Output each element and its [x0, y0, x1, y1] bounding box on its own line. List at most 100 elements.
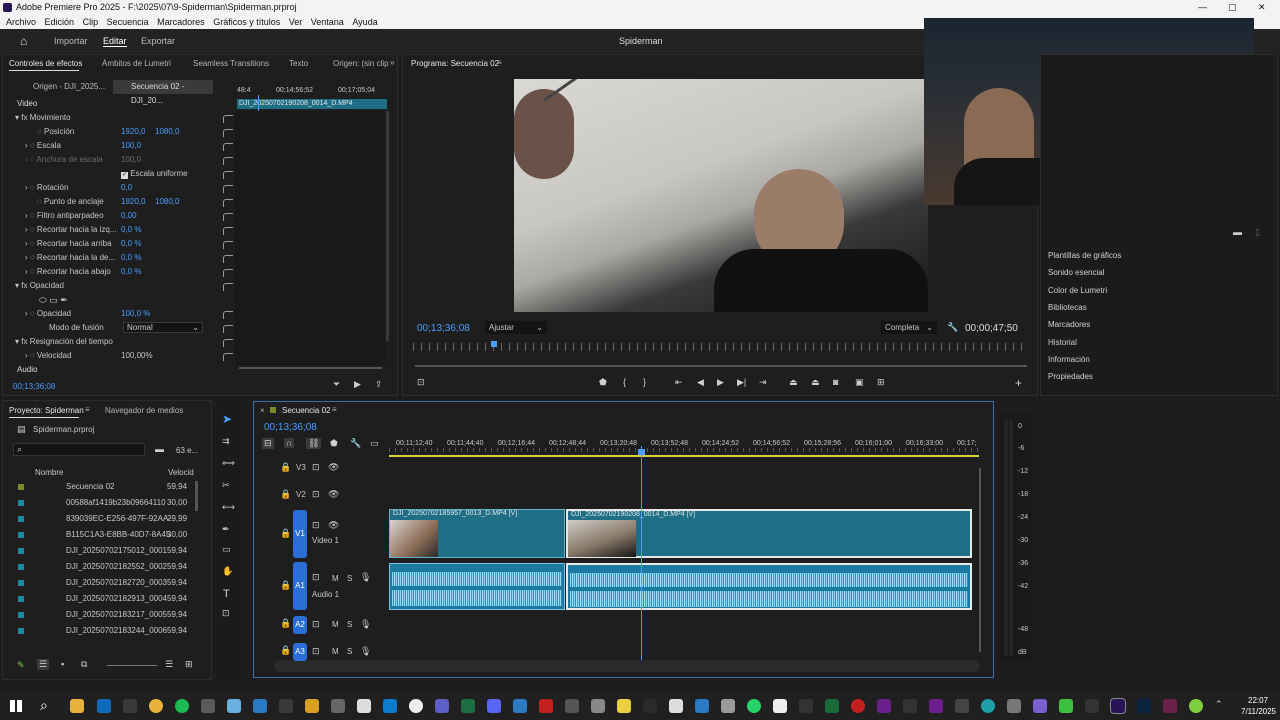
- list-view-icon[interactable]: ☰: [37, 659, 50, 670]
- snap-icon[interactable]: ∩: [284, 438, 295, 448]
- audio-clip[interactable]: [566, 563, 972, 610]
- monitor-settings-icon[interactable]: ⊡: [417, 377, 425, 388]
- param-punto-anclaje[interactable]: ◌ Punto de anclaje 1920,0 1080,0: [37, 195, 179, 208]
- app-icon[interactable]: [357, 699, 371, 713]
- project-item[interactable]: 00588af1419b23b09664110 30,00: [14, 495, 194, 511]
- trash-icon[interactable]: ▯: [1255, 227, 1260, 238]
- app-icon[interactable]: [227, 699, 241, 713]
- ec-clip-bar[interactable]: DJI_20250702190208_0014_D.MP4: [237, 99, 387, 109]
- outlook-icon[interactable]: [97, 699, 111, 713]
- app-icon[interactable]: [903, 699, 917, 713]
- project-item[interactable]: B115C1A3-E8BB-40D7-8A45 30,00: [14, 527, 194, 543]
- play-only-icon[interactable]: ▶: [354, 379, 361, 390]
- export-frame-icon[interactable]: ⇪: [375, 379, 383, 390]
- tab-lumetri-scopes[interactable]: Ámbitos de Lumetri: [102, 59, 171, 68]
- track-a2[interactable]: 🔒 A2 ⊡ MS 🎙: [258, 616, 388, 634]
- menu-clip[interactable]: Clip: [83, 17, 99, 27]
- microphone-icon[interactable]: 🎙: [360, 619, 371, 630]
- app-icon[interactable]: [1059, 699, 1073, 713]
- lock-icon[interactable]: 🔒: [280, 462, 291, 473]
- minimize-button[interactable]: —: [1198, 0, 1207, 15]
- sort-icon[interactable]: ☰: [165, 659, 173, 670]
- app-icon[interactable]: [617, 699, 631, 713]
- captions-icon[interactable]: ▭: [370, 438, 379, 449]
- safe-margins-icon[interactable]: ⊞: [877, 377, 885, 388]
- audio-clip[interactable]: [389, 563, 565, 610]
- sequence-selector[interactable]: Secuencia 02 - DJI_20...: [113, 80, 213, 105]
- menu-graficos[interactable]: Gráficos y títulos: [213, 17, 280, 27]
- project-item[interactable]: DJI_20250702182913_0004 59,94: [14, 591, 194, 607]
- sync-icon[interactable]: ⊡: [312, 489, 320, 500]
- discord-icon[interactable]: [487, 699, 501, 713]
- microphone-icon[interactable]: 🎙: [360, 572, 371, 583]
- menu-marcadores[interactable]: Marcadores: [157, 17, 205, 27]
- app-icon[interactable]: [669, 699, 683, 713]
- linked-selection-icon[interactable]: ⛓: [306, 438, 322, 449]
- file-explorer-icon[interactable]: [70, 699, 84, 713]
- fit-dropdown[interactable]: Ajustar ⌄: [485, 321, 547, 334]
- track-a1[interactable]: 🔒 A1 ⊡ MS 🎙 Audio 1: [258, 562, 388, 610]
- pen-tool-icon[interactable]: ✒: [222, 524, 230, 535]
- workspace-editar[interactable]: Editar: [103, 36, 127, 47]
- a3-target[interactable]: A3: [293, 643, 307, 661]
- mask-shapes[interactable]: ⬭ ▭ ✒: [39, 295, 68, 306]
- maximize-button[interactable]: ▢: [1228, 0, 1237, 15]
- clock-time[interactable]: 22:07: [1248, 696, 1268, 705]
- program-menu-icon[interactable]: ≡: [497, 58, 502, 67]
- edge-icon[interactable]: [981, 699, 995, 713]
- app-icon[interactable]: [1085, 699, 1099, 713]
- app-icon[interactable]: [825, 699, 839, 713]
- ec-zoom-scroll[interactable]: [239, 367, 382, 369]
- step-forward-icon[interactable]: ▶|: [737, 377, 746, 388]
- param-movimiento[interactable]: ▾ fx Movimiento: [15, 111, 71, 124]
- track-v1[interactable]: 🔒 V1 ⊡ 👁 Video 1: [258, 510, 388, 558]
- tab-origen[interactable]: Origen: (sin clip: [333, 59, 389, 68]
- step-back-icon[interactable]: ◀: [697, 377, 704, 388]
- param-opacidad-group[interactable]: ▾ fx Opacidad: [15, 279, 64, 292]
- go-to-in-icon[interactable]: ⇤: [675, 377, 683, 388]
- column-fps[interactable]: Velocid: [168, 468, 194, 477]
- comparison-icon[interactable]: ▣: [855, 377, 864, 388]
- sync-icon[interactable]: ⊡: [312, 520, 320, 531]
- app-icon[interactable]: [773, 699, 787, 713]
- project-item[interactable]: DJI_20250702183217_0005 59,94: [14, 607, 194, 623]
- timeline-playhead[interactable]: [641, 446, 642, 660]
- param-velocidad[interactable]: › ◌ Velocidad 100,00%: [25, 349, 153, 362]
- folder-icon[interactable]: ▬: [1233, 227, 1242, 237]
- project-item[interactable]: DJI_20250702175012_0001 59,94: [14, 543, 194, 559]
- lock-icon[interactable]: 🔒: [280, 580, 291, 591]
- app-icon[interactable]: [513, 699, 527, 713]
- steam-icon[interactable]: [123, 699, 137, 713]
- timeline-h-scroll[interactable]: [274, 660, 980, 672]
- app-icon[interactable]: [201, 699, 215, 713]
- add-button-icon[interactable]: +: [1015, 376, 1022, 390]
- timeline-close-icon[interactable]: ×: [260, 406, 265, 415]
- razor-tool-icon[interactable]: ✂: [222, 480, 230, 491]
- eye-icon[interactable]: 👁: [328, 520, 339, 531]
- app-icon[interactable]: [1007, 699, 1021, 713]
- app-icon[interactable]: [279, 699, 293, 713]
- panel-expand-icon[interactable]: »: [390, 58, 394, 67]
- menu-archivo[interactable]: Archivo: [6, 17, 36, 27]
- project-item[interactable]: Secuencia 02 59,94: [14, 479, 194, 495]
- program-playhead[interactable]: [491, 341, 497, 347]
- a1-target[interactable]: A1: [293, 562, 307, 610]
- icon-view-icon[interactable]: ▪: [61, 659, 64, 669]
- v1-target[interactable]: V1: [293, 510, 307, 558]
- premiere-taskbar-icon[interactable]: [1110, 698, 1126, 714]
- param-recortar-arriba[interactable]: › ◌ Recortar hacia arriba 0,0 %: [25, 237, 141, 250]
- panel-item-marcadores[interactable]: Marcadores: [1048, 320, 1090, 329]
- add-marker-icon[interactable]: ⬟: [330, 438, 338, 449]
- panel-item-plantillas[interactable]: Plantillas de gráficos: [1048, 251, 1121, 260]
- track-v3[interactable]: 🔒 V3 ⊡ 👁: [258, 460, 388, 476]
- caption-tool-icon[interactable]: ⊡: [222, 608, 230, 619]
- ripple-edit-icon[interactable]: ⟺: [222, 458, 235, 469]
- lift-icon[interactable]: ⏏: [789, 377, 798, 388]
- a2-target[interactable]: A2: [293, 616, 307, 634]
- blend-mode-dropdown[interactable]: Normal ⌄: [123, 322, 203, 333]
- video-clip[interactable]: DJI_20250702190208_0014_D.MP4 [V]: [566, 509, 972, 558]
- lock-icon[interactable]: 🔒: [280, 489, 291, 500]
- teams-icon[interactable]: [435, 699, 449, 713]
- project-item[interactable]: DJI_20250702182720_0003 59,94: [14, 575, 194, 591]
- vscode-icon[interactable]: [383, 699, 397, 713]
